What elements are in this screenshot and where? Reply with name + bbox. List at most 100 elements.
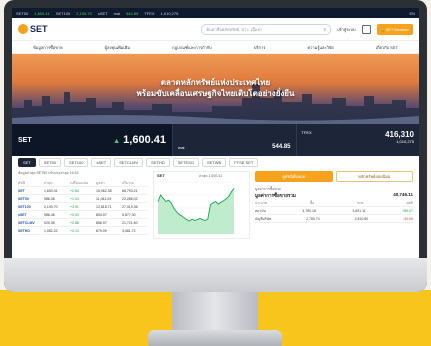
nav-item[interactable]: ความรู้และวิจัย — [308, 44, 334, 51]
table-row[interactable]: sSET 986.46 +0.03 804.97 5,877.00 — [18, 211, 148, 219]
table-cell: SET — [18, 188, 25, 193]
table-cell: 886.97 — [96, 220, 107, 225]
ticker-item: 1,600.41 — [34, 10, 50, 16]
index-table: ข้อมูลล่าสุด SET50 ปรับปรุงล่าสุด 16:43 … — [18, 168, 148, 248]
apps-grid-icon[interactable] — [361, 24, 371, 34]
set-index-value: ▲ 1,600.41 — [113, 134, 166, 146]
chart-point — [212, 202, 214, 204]
chart-point — [157, 201, 159, 202]
table-cell: sSET — [18, 212, 27, 217]
table-cell: 986.38 — [44, 196, 55, 201]
tab-set50[interactable]: SET50 — [38, 157, 62, 167]
login-link[interactable]: เข้าสู่ระบบ — [337, 26, 355, 33]
ticker-item: 1,010,275 — [160, 10, 179, 16]
column-header: ดัชนี — [18, 180, 26, 185]
chart-point — [160, 194, 161, 196]
summary-row[interactable]: สถาบัน 3,780.18 3,691.11 +89.07 — [255, 207, 413, 215]
table-cell: 3,461.72 — [122, 228, 136, 233]
index-summary-bar: SET ▲ 1,600.41 mai 544.85 TFEX 416,310 1… — [12, 124, 419, 156]
summary-row[interactable]: บัญชีบริษัท 2,780.74 2,810.80 -30.06 — [255, 215, 413, 223]
nav-item[interactable]: กฎเกณฑ์และการกำกับ — [172, 44, 212, 51]
table-cell: +3.91 — [70, 204, 79, 209]
table-row[interactable]: SETHD 1,082.22 +0.13 879.09 3,461.72 — [18, 227, 148, 235]
tab-set100[interactable]: SET100 — [64, 157, 89, 167]
chart-point — [220, 201, 222, 203]
monitor-stand-neck — [172, 292, 258, 332]
set-logo[interactable]: SET — [18, 24, 48, 34]
nav-item[interactable]: เกี่ยวกับ SET — [376, 44, 398, 51]
nav-item[interactable]: ผู้ลงทุนเพิ่มเติม — [105, 44, 130, 51]
summary-tabs: ดูดัชนีทั้งหมด หลักทรัพย์ยอดนิยม — [255, 171, 413, 182]
tab-setesg[interactable]: SETESG — [172, 157, 199, 167]
language-switch[interactable]: EN — [409, 11, 415, 16]
index-chart[interactable]: SET ล่าสุด 1,600.41 — [153, 171, 250, 239]
chart-point — [194, 220, 195, 221]
summary-cell: 2,780.74 — [306, 216, 320, 221]
set-logo-icon — [18, 24, 28, 34]
summary-cell: สถาบัน — [255, 208, 266, 213]
table-row[interactable]: SETCLMV 920.35 +2.88 886.97 21,721.50 — [18, 219, 148, 227]
chart-point — [165, 201, 167, 202]
column-header: มูลค่า — [96, 180, 105, 185]
table-cell: 1,600.41 — [44, 188, 58, 193]
table-row[interactable]: SET50 986.38 +1.04 11,042.29 22,286.02 — [18, 195, 148, 203]
summary-cell: 3,691.11 — [352, 208, 366, 213]
nav-item[interactable]: ข้อมูลการซื้อขาย — [33, 44, 62, 51]
chart-point — [228, 196, 230, 197]
chart-point — [176, 210, 177, 212]
tab-all-indices[interactable]: ดูดัชนีทั้งหมด — [255, 171, 333, 182]
set-member-button[interactable]: 🔒 SET Member — [376, 23, 413, 35]
table-cell: +2.84 — [70, 188, 79, 193]
market-ticker: SET50 1,600.41 SET100 2,193.70 sSET mai … — [12, 8, 419, 18]
ticker-item: 544.85 — [126, 10, 139, 16]
table-cell: 986.46 — [44, 212, 55, 217]
summary-cell: ซื้อ — [309, 200, 315, 205]
site-header: SET ค้นหาชื่อหลักทรัพย์, ข่าว, เนื้อหา ⚲… — [12, 18, 419, 41]
table-cell: SET50 — [18, 196, 29, 201]
tfex-index-name: TFEX — [301, 130, 312, 135]
chart-subtitle: ล่าสุด 1,600.41 — [199, 174, 223, 178]
monitor-chin — [4, 258, 427, 292]
chart-point — [189, 220, 190, 222]
table-meta: ข้อมูลล่าสุด SET50 ปรับปรุงล่าสุด 16:43 — [18, 171, 79, 175]
chart-point — [210, 204, 211, 206]
chart-point — [231, 191, 232, 193]
table-header-row: ดัชนี ล่าสุด เปลี่ยนแปลง มูลค่า ปริมาณ — [18, 179, 148, 187]
tfex-values: 416,310 1,010,275 — [385, 130, 414, 144]
hero-banner: ตลาดหลักทรัพย์แห่งประเทศไทย พร้อมขับเคลื… — [12, 54, 419, 124]
table-cell: 12,818.71 — [96, 204, 112, 209]
summary-cell: -30.06 — [403, 216, 413, 221]
tfex-index-card[interactable]: TFEX 416,310 1,010,275 — [295, 124, 420, 156]
chart-point — [223, 200, 224, 202]
column-header: ล่าสุด — [44, 180, 53, 185]
ticker-item: sSET — [97, 10, 108, 16]
nav-item[interactable]: บริการ — [254, 44, 266, 51]
table-row[interactable]: SET100 2,193.70 +3.91 12,818.71 27,019.3… — [18, 203, 148, 211]
search-placeholder: ค้นหาชื่อหลักทรัพย์, ข่าว, เนื้อหา — [206, 26, 263, 32]
tab-set[interactable]: SET — [18, 157, 36, 167]
tab-setwb[interactable]: SETWB — [201, 157, 227, 167]
monitor-stand-foot — [148, 330, 282, 346]
summary-cell: บัญชีบริษัท — [255, 216, 272, 221]
summary-cell: 3,780.18 — [302, 208, 316, 213]
search-input[interactable]: ค้นหาชื่อหลักทรัพย์, ข่าว, เนื้อหา ⚲ — [201, 23, 332, 35]
chart-point — [207, 218, 209, 220]
chart-point — [186, 219, 188, 220]
chart-title: SET — [157, 173, 165, 178]
table-cell: SET100 — [18, 204, 31, 209]
tab-ftse-set[interactable]: FTSE SET — [229, 157, 259, 167]
tab-setclmv[interactable]: SETCLMV — [114, 157, 144, 167]
column-header: เปลี่ยนแปลง — [70, 180, 89, 185]
tab-sethd[interactable]: SETHD — [146, 157, 170, 167]
chart-point — [191, 218, 193, 220]
tab-sset[interactable]: sSET — [91, 157, 112, 167]
tab-popular-stocks[interactable]: หลักทรัพย์ยอดนิยม — [335, 171, 413, 182]
table-cell: +2.88 — [70, 220, 79, 225]
hero-subheadline: พร้อมขับเคลื่อนเศรษฐกิจไทยเติบโตอย่างยั่… — [136, 89, 295, 98]
set-index-card[interactable]: SET ▲ 1,600.41 — [12, 124, 172, 156]
up-arrow-icon: ▲ — [113, 138, 121, 145]
table-row[interactable]: SET 1,600.41 +2.84 15,062.38 66,793.21 — [18, 187, 148, 195]
mai-index-card[interactable]: mai 544.85 — [172, 124, 296, 156]
table-cell: 804.97 — [96, 212, 107, 217]
chart-point — [183, 217, 185, 219]
